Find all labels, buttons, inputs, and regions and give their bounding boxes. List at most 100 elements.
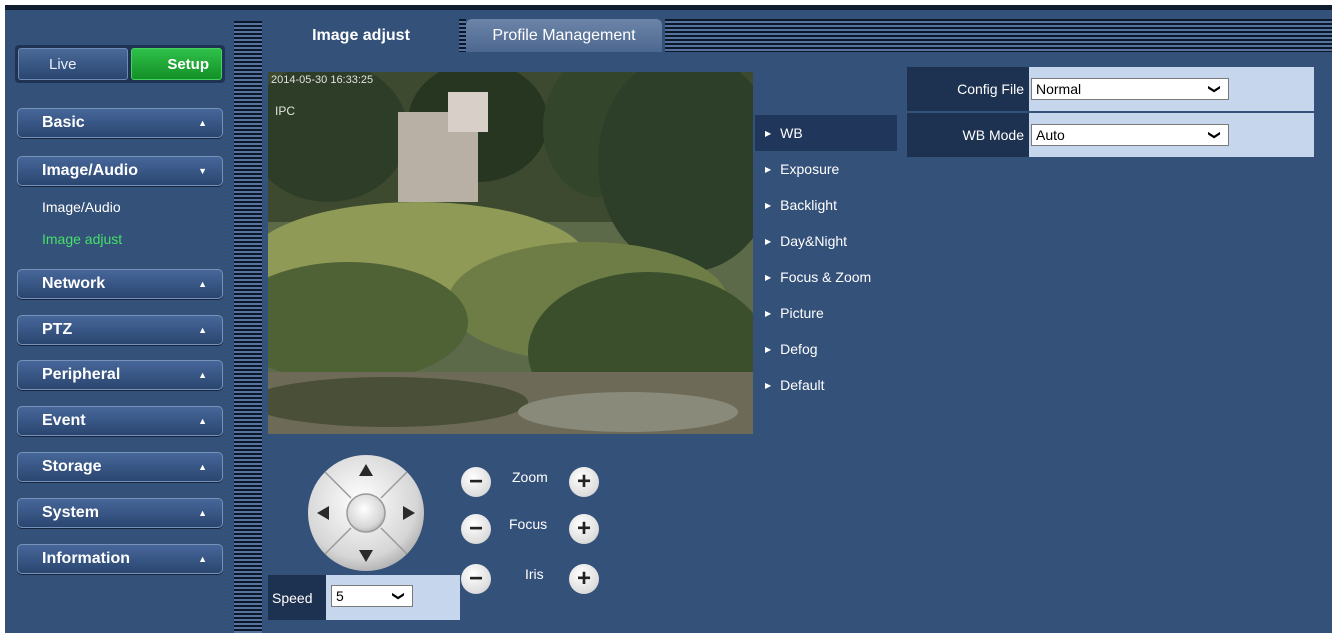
menu-item-day-night[interactable]: ▶ Day&Night xyxy=(755,223,897,259)
chevron-down-icon: ❯ xyxy=(1207,129,1222,141)
triangle-right-icon: ▶ xyxy=(765,200,772,210)
triangle-right-icon: ▶ xyxy=(765,272,772,282)
iris-plus-button[interactable]: + xyxy=(569,564,599,594)
sidebar-item-label: PTZ xyxy=(42,321,73,338)
triangle-right-icon: ▶ xyxy=(765,236,772,246)
wb-mode-row: WB Mode Auto ❯ xyxy=(907,113,1314,157)
menu-item-label: Day&Night xyxy=(780,233,848,249)
tab-separator xyxy=(459,19,466,52)
menu-item-backlight[interactable]: ▶ Backlight xyxy=(755,187,897,223)
sidebar-item-storage[interactable]: Storage ▲ xyxy=(17,452,223,482)
triangle-up-icon: ▲ xyxy=(198,462,207,472)
sidebar-subitem-image-adjust[interactable]: Image adjust xyxy=(42,231,122,247)
iris-minus-button[interactable]: − xyxy=(461,564,491,594)
minus-icon: − xyxy=(468,515,483,542)
triangle-up-icon: ▲ xyxy=(198,508,207,518)
wb-mode-select[interactable]: Auto ❯ xyxy=(1031,124,1229,146)
tab-profile-management[interactable]: Profile Management xyxy=(466,19,662,52)
triangle-right-icon: ▶ xyxy=(765,380,772,390)
sidebar-item-peripheral[interactable]: Peripheral ▲ xyxy=(17,360,223,390)
triangle-up-icon: ▲ xyxy=(198,279,207,289)
sidebar-item-ptz[interactable]: PTZ ▲ xyxy=(17,315,223,345)
tab-image-adjust[interactable]: Image adjust xyxy=(263,19,459,52)
config-file-row: Config File Normal ❯ xyxy=(907,67,1314,111)
triangle-up-icon: ▲ xyxy=(198,554,207,564)
mode-switch: Live Setup xyxy=(15,45,225,83)
top-stripe xyxy=(5,5,1332,10)
focus-label: Focus xyxy=(509,516,548,532)
wb-mode-label: WB Mode xyxy=(907,113,1029,157)
triangle-up-icon: ▲ xyxy=(198,370,207,380)
focus-plus-button[interactable]: + xyxy=(569,514,599,544)
sidebar-item-basic[interactable]: Basic ▲ xyxy=(17,108,223,138)
app-window: Live Setup Basic ▲ Image/Audio ▼ Image/A… xyxy=(5,5,1332,633)
menu-item-label: Defog xyxy=(780,341,818,357)
speed-select[interactable]: 5 ❯ xyxy=(331,585,413,607)
sidebar-item-label: Basic xyxy=(42,114,85,131)
video-channel-label: IPC xyxy=(275,104,296,118)
setup-button[interactable]: Setup xyxy=(130,48,222,80)
sidebar-item-label: Information xyxy=(42,550,130,567)
speed-row: Speed 5 ❯ xyxy=(268,575,460,620)
sidebar-item-image-audio[interactable]: Image/Audio ▼ xyxy=(17,156,223,186)
menu-item-picture[interactable]: ▶ Picture xyxy=(755,295,897,331)
select-value: Normal xyxy=(1036,81,1082,97)
triangle-up-icon: ▲ xyxy=(198,416,207,426)
menu-item-focus-zoom[interactable]: ▶ Focus & Zoom xyxy=(755,259,897,295)
menu-item-label: WB xyxy=(780,125,803,141)
sidebar-item-network[interactable]: Network ▲ xyxy=(17,269,223,299)
sidebar-item-information[interactable]: Information ▲ xyxy=(17,544,223,574)
adjust-menu: ▶ WB ▶ Exposure ▶ Backlight ▶ Day&Night ▶ Foc… xyxy=(755,115,897,403)
sidebar-divider xyxy=(234,21,262,633)
chevron-down-icon: ❯ xyxy=(1207,83,1222,95)
video-timestamp: 2014-05-30 16:33:25 xyxy=(271,74,374,86)
live-button[interactable]: Live xyxy=(18,48,128,80)
sidebar-item-label: Event xyxy=(42,412,86,429)
header-stripes xyxy=(665,19,1332,52)
config-file-select[interactable]: Normal ❯ xyxy=(1031,78,1229,100)
menu-item-defog[interactable]: ▶ Defog xyxy=(755,331,897,367)
menu-item-label: Picture xyxy=(780,305,824,321)
minus-icon: − xyxy=(468,468,483,495)
sidebar-subitem-image-audio[interactable]: Image/Audio xyxy=(42,199,121,215)
sidebar-item-label: Network xyxy=(42,275,106,292)
sidebar-item-system[interactable]: System ▲ xyxy=(17,498,223,528)
triangle-right-icon: ▶ xyxy=(765,128,772,138)
triangle-right-icon: ▶ xyxy=(765,164,772,174)
iris-label: Iris xyxy=(525,566,544,582)
menu-item-label: Default xyxy=(780,377,825,393)
triangle-down-icon: ▼ xyxy=(198,166,207,176)
select-value: 5 xyxy=(336,588,344,604)
menu-item-label: Focus & Zoom xyxy=(780,269,872,285)
video-frame xyxy=(268,72,753,434)
triangle-up-icon: ▲ xyxy=(198,118,207,128)
sidebar-item-label: Peripheral xyxy=(42,366,121,383)
ptz-direction-pad xyxy=(308,455,424,571)
triangle-right-icon: ▶ xyxy=(765,308,772,318)
plus-icon: + xyxy=(576,565,591,592)
triangle-up-icon: ▲ xyxy=(198,325,207,335)
minus-icon: − xyxy=(468,565,483,592)
wb-mode-cell: Auto ❯ xyxy=(1029,113,1314,157)
video-preview: 2014-05-30 16:33:25 IPC xyxy=(268,72,753,434)
menu-item-wb[interactable]: ▶ WB xyxy=(755,115,897,151)
select-value: Auto xyxy=(1036,127,1065,143)
zoom-plus-button[interactable]: + xyxy=(569,467,599,497)
speed-label: Speed xyxy=(268,575,326,620)
zoom-label: Zoom xyxy=(512,469,548,485)
menu-item-label: Backlight xyxy=(780,197,837,213)
focus-minus-button[interactable]: − xyxy=(461,514,491,544)
menu-item-exposure[interactable]: ▶ Exposure xyxy=(755,151,897,187)
sidebar-item-label: Image/Audio xyxy=(42,162,139,179)
menu-item-default[interactable]: ▶ Default xyxy=(755,367,897,403)
sidebar-item-label: Storage xyxy=(42,458,102,475)
ptz-center-button[interactable] xyxy=(346,493,386,533)
sidebar-item-event[interactable]: Event ▲ xyxy=(17,406,223,436)
zoom-minus-button[interactable]: − xyxy=(461,467,491,497)
chevron-down-icon: ❯ xyxy=(391,590,406,602)
triangle-right-icon: ▶ xyxy=(765,344,772,354)
config-file-label: Config File xyxy=(907,67,1029,111)
plus-icon: + xyxy=(576,515,591,542)
menu-item-label: Exposure xyxy=(780,161,840,177)
config-file-cell: Normal ❯ xyxy=(1029,67,1314,111)
